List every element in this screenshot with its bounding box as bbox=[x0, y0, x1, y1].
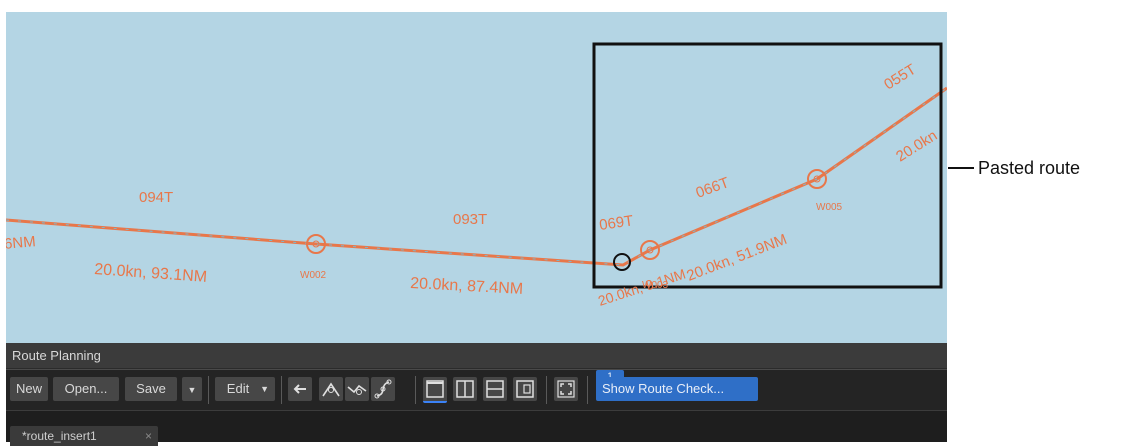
route-tool-3-button[interactable] bbox=[371, 377, 395, 401]
arrow-left-icon bbox=[293, 384, 306, 394]
layout-inset-button[interactable] bbox=[513, 377, 537, 401]
leg2-speed-distance-label: 20.0kn, 87.4NM bbox=[410, 275, 524, 298]
leg4-speed-distance-label: 20.0kn, 51.9NM bbox=[684, 231, 789, 285]
caret-down-icon: ▼ bbox=[260, 384, 269, 394]
edit-menu-button[interactable]: Edit ▼ bbox=[215, 377, 275, 401]
save-button[interactable]: Save bbox=[125, 377, 177, 401]
leg3-course-label: 069T bbox=[598, 212, 634, 234]
layout-single-icon bbox=[426, 380, 444, 398]
leg4-course-label: 066T bbox=[694, 174, 732, 202]
leg5-speed-distance-label: 20.0kn bbox=[893, 127, 940, 165]
layout-single-button[interactable] bbox=[423, 377, 447, 403]
route-s-curve-icon bbox=[374, 379, 392, 399]
route-peak-icon bbox=[322, 382, 340, 397]
leg1-course-label: 094T bbox=[139, 189, 173, 206]
leg2-course-label: 093T bbox=[453, 211, 487, 228]
route-zigzag-icon bbox=[347, 384, 367, 395]
route-tool-1-button[interactable] bbox=[319, 377, 343, 401]
layout-split-horizontal-button[interactable] bbox=[483, 377, 507, 401]
partial-distance-label: 5.6NM bbox=[6, 233, 36, 254]
route-toolbar: New Open... Save ▼ Edit ▼ 1 Show Route C… bbox=[6, 369, 947, 410]
waypoint-w003-label: W003 bbox=[642, 280, 669, 291]
toolbar-separator bbox=[415, 376, 416, 404]
new-button[interactable]: New bbox=[10, 377, 48, 401]
chart-map[interactable]: 5.6NM 094T 20.0kn, 93.1NM W002 093T 20.0… bbox=[6, 12, 947, 343]
fullscreen-icon bbox=[557, 380, 575, 398]
layout-split-horizontal-icon bbox=[486, 380, 504, 398]
leg5-course-label: 055T bbox=[881, 61, 919, 94]
layout-inset-icon bbox=[516, 380, 534, 398]
save-dropdown-button[interactable]: ▼ bbox=[182, 377, 202, 401]
route-overlay: 5.6NM 094T 20.0kn, 93.1NM W002 093T 20.0… bbox=[6, 42, 947, 309]
close-icon[interactable]: × bbox=[145, 426, 152, 446]
pasted-route-callout: Pasted route bbox=[978, 158, 1081, 178]
toolbar-separator bbox=[546, 376, 547, 404]
waypoint-w002-label: W002 bbox=[300, 270, 327, 281]
back-arrow-button[interactable] bbox=[288, 377, 312, 401]
waypoint-w005-label: W005 bbox=[816, 202, 843, 213]
panel-title: Route Planning bbox=[6, 343, 947, 368]
caret-down-icon: ▼ bbox=[187, 385, 197, 395]
route-line-dash bbox=[6, 87, 947, 266]
route-line bbox=[6, 86, 947, 267]
open-button[interactable]: Open... bbox=[53, 377, 119, 401]
tab-route-insert1[interactable]: *route_insert1 × bbox=[10, 426, 158, 446]
edit-label: Edit bbox=[226, 381, 250, 396]
callout-leader-line bbox=[948, 167, 974, 169]
layout-split-vertical-button[interactable] bbox=[453, 377, 477, 401]
show-route-check-button[interactable]: Show Route Check... bbox=[596, 377, 758, 401]
layout-split-vertical-icon bbox=[456, 380, 474, 398]
toolbar-separator bbox=[281, 376, 282, 404]
toolbar-separator bbox=[587, 376, 588, 404]
route-tab-bar: *route_insert1 × bbox=[6, 410, 947, 446]
route-planning-panel: Route Planning New Open... Save ▼ Edit ▼ bbox=[6, 343, 947, 446]
fit-to-view-button[interactable] bbox=[554, 377, 578, 401]
route-tool-2-button[interactable] bbox=[345, 377, 369, 401]
toolbar-separator bbox=[208, 376, 209, 404]
leg1-speed-distance-label: 20.0kn, 93.1NM bbox=[94, 261, 208, 286]
